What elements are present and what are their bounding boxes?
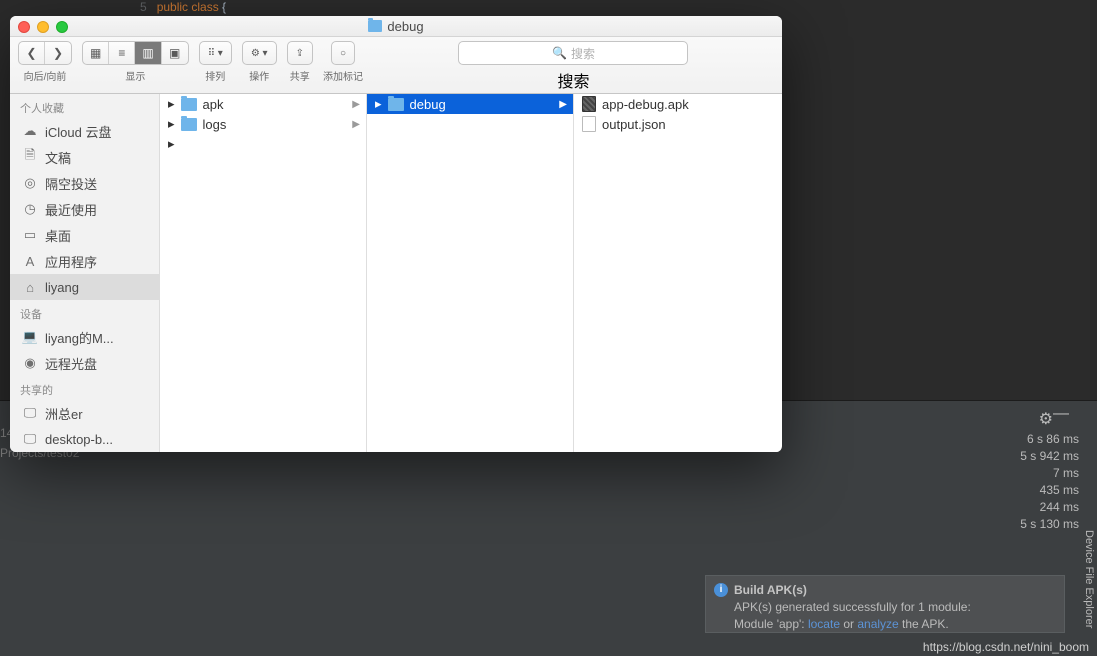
finder-body: 个人收藏 ☁︎iCloud 云盘 🗎文稿 ◎隔空投送 ◷最近使用 ▭桌面 A应用… bbox=[10, 94, 782, 452]
documents-icon: 🗎 bbox=[22, 149, 38, 165]
sidebar-item-documents[interactable]: 🗎文稿 bbox=[10, 144, 159, 170]
sidebar-section-favorites: 个人收藏 bbox=[10, 94, 159, 118]
action-button[interactable]: ⚙ ▾ bbox=[242, 41, 277, 65]
finder-window: debug ❮ ❯ 向后/向前 ▦ ≡ ▥ ▣ 显示 ⠿ ▾ 排列 ⚙ ▾ 操作 bbox=[10, 16, 782, 452]
maximize-icon[interactable] bbox=[56, 21, 68, 33]
desktop-icon: ▭ bbox=[22, 227, 38, 243]
finder-titlebar[interactable]: debug bbox=[10, 16, 782, 37]
folder-icon bbox=[388, 98, 404, 111]
notification-title: Build APK(s) bbox=[734, 582, 1034, 599]
folder-row-empty: ▸ bbox=[160, 134, 366, 154]
analyze-link[interactable]: analyze bbox=[857, 617, 898, 631]
window-title: debug bbox=[387, 19, 423, 34]
finder-sidebar: 个人收藏 ☁︎iCloud 云盘 🗎文稿 ◎隔空投送 ◷最近使用 ▭桌面 A应用… bbox=[10, 94, 160, 452]
column-3: app-debug.apk output.json bbox=[574, 94, 781, 452]
file-row-json[interactable]: output.json bbox=[574, 114, 781, 134]
close-icon[interactable] bbox=[18, 21, 30, 33]
clock-icon: ◷ bbox=[22, 201, 38, 217]
sidebar-item-shared2[interactable]: 🖵desktop-b... bbox=[10, 426, 159, 452]
file-row-apk[interactable]: app-debug.apk bbox=[574, 94, 781, 114]
monitor-icon: 🖵 bbox=[22, 431, 38, 447]
sidebar-item-airdrop[interactable]: ◎隔空投送 bbox=[10, 170, 159, 196]
sidebar-item-icloud[interactable]: ☁︎iCloud 云盘 bbox=[10, 118, 159, 144]
folder-icon bbox=[181, 98, 197, 111]
sidebar-item-desktop[interactable]: ▭桌面 bbox=[10, 222, 159, 248]
notification-line2: Module 'app': locate or analyze the APK. bbox=[734, 616, 1034, 633]
minimize-window-icon[interactable] bbox=[37, 21, 49, 33]
view-list-button[interactable]: ≡ bbox=[109, 42, 135, 64]
build-times: 6 s 86 ms 5 s 942 ms 7 ms 435 ms 244 ms … bbox=[1020, 431, 1079, 533]
app-icon: A bbox=[22, 253, 38, 269]
folder-icon bbox=[181, 118, 197, 131]
folder-row-apk[interactable]: ▸ apk▶ bbox=[160, 94, 366, 114]
chevron-right-icon: ▶ bbox=[559, 99, 567, 110]
device-file-explorer-tab[interactable]: Device File Explorer bbox=[1083, 530, 1095, 628]
build-notification[interactable]: i Build APK(s) APK(s) generated successf… bbox=[705, 575, 1065, 633]
disc-icon: ◉ bbox=[22, 355, 38, 371]
file-icon bbox=[582, 116, 596, 132]
apk-file-icon bbox=[582, 96, 596, 112]
tags-button[interactable]: ○ bbox=[331, 41, 355, 65]
sidebar-item-home[interactable]: ⌂liyang bbox=[10, 274, 159, 300]
airdrop-icon: ◎ bbox=[22, 175, 38, 191]
folder-row-debug[interactable]: ▸ debug▶ bbox=[367, 94, 573, 114]
cloud-icon: ☁︎ bbox=[22, 123, 38, 139]
info-icon: i bbox=[714, 583, 728, 597]
sidebar-item-applications[interactable]: A应用程序 bbox=[10, 248, 159, 274]
column-2: ▸ debug▶ bbox=[367, 94, 574, 452]
laptop-icon: 💻 bbox=[22, 329, 38, 345]
search-icon: 🔍 bbox=[552, 46, 567, 60]
home-icon: ⌂ bbox=[22, 279, 38, 295]
search-input[interactable]: 🔍 搜索 bbox=[458, 41, 688, 65]
minimize-icon[interactable]: — bbox=[1053, 405, 1069, 423]
folder-icon bbox=[368, 20, 382, 32]
back-button[interactable]: ❮ bbox=[19, 42, 45, 64]
view-icon-button[interactable]: ▦ bbox=[83, 42, 109, 64]
locate-link[interactable]: locate bbox=[808, 617, 840, 631]
chevron-right-icon: ▶ bbox=[352, 119, 360, 130]
sidebar-item-remotedisc[interactable]: ◉远程光盘 bbox=[10, 350, 159, 376]
sidebar-item-shared1[interactable]: 🖵洲总er bbox=[10, 400, 159, 426]
forward-button[interactable]: ❯ bbox=[45, 42, 71, 64]
view-column-button[interactable]: ▥ bbox=[135, 42, 161, 64]
finder-toolbar: ❮ ❯ 向后/向前 ▦ ≡ ▥ ▣ 显示 ⠿ ▾ 排列 ⚙ ▾ 操作 ⇪ 共享 bbox=[10, 37, 782, 94]
notification-line1: APK(s) generated successfully for 1 modu… bbox=[734, 599, 1034, 616]
watermark: https://blog.csdn.net/nini_boom bbox=[923, 640, 1089, 654]
view-gallery-button[interactable]: ▣ bbox=[162, 42, 188, 64]
share-button[interactable]: ⇪ bbox=[287, 41, 313, 65]
gear-icon[interactable]: ⚙ bbox=[1039, 409, 1053, 429]
sidebar-section-shared: 共享的 bbox=[10, 376, 159, 400]
chevron-right-icon: ▶ bbox=[352, 99, 360, 110]
sort-button[interactable]: ⠿ ▾ bbox=[199, 41, 232, 65]
sidebar-item-recents[interactable]: ◷最近使用 bbox=[10, 196, 159, 222]
sidebar-item-laptop[interactable]: 💻liyang的M... bbox=[10, 324, 159, 350]
sidebar-section-devices: 设备 bbox=[10, 300, 159, 324]
folder-row-logs[interactable]: ▸ logs▶ bbox=[160, 114, 366, 134]
column-1: ▸ apk▶ ▸ logs▶ ▸ bbox=[160, 94, 367, 452]
monitor-icon: 🖵 bbox=[22, 405, 38, 421]
